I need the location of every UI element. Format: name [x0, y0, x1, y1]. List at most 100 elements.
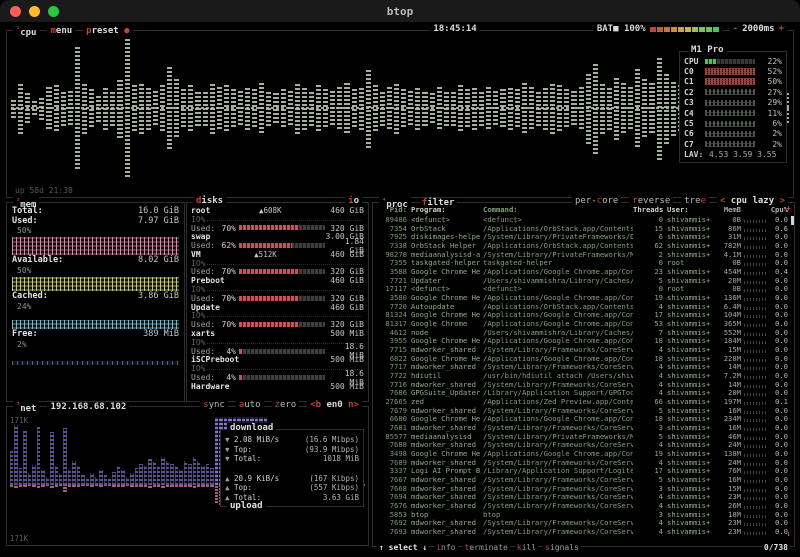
process-program: Google Chrome He [411, 293, 483, 302]
process-row[interactable]: 98278mediaanalysisd-a/System/Library/Pri… [377, 250, 790, 259]
scroll-up-icon[interactable]: + [786, 204, 791, 213]
process-table-header: Pid: Program: Command: Threads: User: Me… [373, 205, 794, 214]
proc-box: ⁴proc filter per-core reverse tree < cpu… [372, 202, 795, 547]
process-row[interactable]: 17117<defunct><defunct>0root0B0.0 [377, 284, 790, 293]
cpu-core-label: C6 [684, 129, 705, 138]
process-row[interactable]: 4612node/Users/shivammishra/Library/Cach… [377, 328, 790, 337]
cpu-core-row: C411% [684, 108, 782, 118]
process-row[interactable]: 5853btopbtop3shivammis+18M0.0 [377, 510, 790, 519]
process-pid: 3337 [377, 466, 407, 475]
process-row[interactable]: 3337Logi AI Prompt B/Library/Application… [377, 466, 790, 475]
interval-decrease-button[interactable]: - [733, 24, 738, 34]
net-box-title[interactable]: ³net [13, 400, 39, 415]
process-row[interactable]: 7667mdworker_shared/System/Library/Frame… [377, 475, 790, 484]
process-user: root [667, 258, 713, 267]
process-row[interactable]: 81324Google Chrome He/Applications/Googl… [377, 310, 790, 319]
zoom-button[interactable] [48, 6, 59, 17]
select-control[interactable]: ↑ select ↓ [377, 543, 429, 552]
process-cpu: 0.0 [768, 276, 788, 285]
window-title: btop [387, 5, 414, 18]
process-threads: 4 [633, 345, 663, 354]
cpu-box-title[interactable]: ¹cpu [13, 24, 39, 39]
process-row[interactable]: 85577mediaanalysisd/System/Library/Priva… [377, 432, 790, 441]
scroll-down-icon[interactable]: ↓ [786, 529, 791, 538]
process-row[interactable]: 7925diskimages-helpe/System/Library/Priv… [377, 232, 790, 241]
process-row[interactable]: 7355taskgated-helpertaskgated-helper0roo… [377, 258, 790, 267]
process-command: /Applications/Google Chrome.app/Cont [483, 449, 633, 458]
process-row[interactable]: 3580Google Chrome He/Applications/Google… [377, 293, 790, 302]
process-cpu: 0.1 [768, 397, 788, 406]
process-pid: 3580 [377, 293, 407, 302]
process-scrollbar[interactable] [791, 216, 794, 225]
process-threads: 4 [633, 362, 663, 371]
process-row[interactable]: 89486<defunct><defunct>0shivammis+0B0.0 [377, 215, 790, 224]
process-row[interactable]: 7693mdworker_shared/System/Library/Frame… [377, 527, 790, 536]
process-row[interactable]: 7338OrbStack Helper/Applications/OrbStac… [377, 241, 790, 250]
battery-segment [678, 27, 684, 32]
process-cpu: 0.0 [768, 458, 788, 467]
interval-increase-button[interactable]: + [779, 24, 784, 34]
process-row[interactable]: 81317Google Chrome/Applications/Google C… [377, 319, 790, 328]
disk-used-meter [239, 225, 325, 230]
minimize-button[interactable] [29, 6, 40, 17]
info-button[interactable]: info [434, 543, 457, 552]
process-cpu-graph-icon [744, 445, 768, 448]
process-row[interactable]: 3588Google Chrome He/Applications/Google… [377, 267, 790, 276]
process-row[interactable]: 7694mdworker_shared/System/Library/Frame… [377, 493, 790, 502]
header-command[interactable]: Command: [483, 205, 633, 214]
process-user: shivammis+ [667, 267, 713, 276]
process-row[interactable]: 7686GPGSuite_Updater/Library/Application… [377, 388, 790, 397]
process-threads: 17 [633, 466, 663, 475]
net-upload-bar [50, 485, 53, 487]
close-button[interactable] [10, 6, 21, 17]
cpu-core-label: C1 [684, 77, 705, 86]
header-user[interactable]: User: [667, 205, 713, 214]
terminate-button[interactable]: terminate [463, 543, 510, 552]
menu-button[interactable]: menu [47, 26, 75, 37]
process-mem: 0B [713, 284, 741, 293]
disk-used-percent: 70% [216, 294, 236, 303]
process-row[interactable]: 7721Updater/Users/shivammishra/Library/C… [377, 276, 790, 285]
process-row[interactable]: 7716mdworker_shared/System/Library/Frame… [377, 380, 790, 389]
process-row[interactable]: 7717mdworker_shared/System/Library/Frame… [377, 362, 790, 371]
cpu-core-label: C0 [684, 67, 705, 76]
process-cpu: 0.0 [768, 432, 788, 441]
header-threads[interactable]: Threads: [633, 205, 663, 214]
header-memb[interactable]: MemB [713, 205, 741, 214]
header-program[interactable]: Program: [411, 205, 483, 214]
process-row[interactable]: 6822Google Chrome He/Applications/Google… [377, 354, 790, 363]
process-row[interactable]: 7688mdworker_shared/System/Library/Frame… [377, 440, 790, 449]
process-cpu-graph-icon [744, 515, 768, 518]
net-sync-button[interactable]: sync [200, 400, 228, 411]
net-ip-address: 192.168.68.102 [47, 402, 129, 413]
process-row[interactable]: 7722hdiutil/usr/bin/hdiutil attach /User… [377, 371, 790, 380]
header-pid[interactable]: Pid: [377, 205, 407, 214]
net-interface-switcher[interactable]: <b en0 n> [307, 400, 362, 411]
process-cpu-graph-icon [744, 324, 768, 327]
process-row[interactable]: 6680Google Chrome He/Applications/Google… [377, 414, 790, 423]
process-row[interactable]: 3955Google Chrome He/Applications/Google… [377, 336, 790, 345]
process-threads: 15 [633, 224, 663, 233]
process-pid: 17117 [377, 284, 407, 293]
net-info-value: 1018 MiB [323, 454, 359, 463]
process-user: shivammis+ [667, 423, 713, 432]
signals-button[interactable]: signals [543, 543, 581, 552]
process-row[interactable]: 7692mdworker_shared/System/Library/Frame… [377, 519, 790, 528]
process-row[interactable]: 27665zed/Applications/Zed Preview.app/Co… [377, 397, 790, 406]
process-row[interactable]: 7668mdworker_shared/System/Library/Frame… [377, 484, 790, 493]
process-row[interactable]: 7354OrbStack/Applications/OrbStack.app/C… [377, 224, 790, 233]
kill-button[interactable]: kill [515, 543, 538, 552]
process-row[interactable]: 3498Google Chrome He/Applications/Google… [377, 449, 790, 458]
preset-button[interactable]: preset ● [83, 26, 132, 37]
process-row[interactable]: 7715mdworker_shared/System/Library/Frame… [377, 345, 790, 354]
battery-status: BAT■ 100% [594, 24, 722, 34]
net-zero-button[interactable]: zero [272, 400, 300, 411]
process-row[interactable]: 7676mdworker_shared/System/Library/Frame… [377, 501, 790, 510]
process-row[interactable]: 7689mdworker_shared/System/Library/Frame… [377, 458, 790, 467]
process-user: shivammis+ [667, 458, 713, 467]
process-row[interactable]: 7681mdworker_shared/System/Library/Frame… [377, 423, 790, 432]
process-row[interactable]: 7720Autoupdate/Applications/OrbStack.app… [377, 302, 790, 311]
process-row[interactable]: 7679mdworker_shared/System/Library/Frame… [377, 406, 790, 415]
header-cpu[interactable]: Cpu% [768, 205, 788, 214]
net-auto-button[interactable]: auto [236, 400, 264, 411]
